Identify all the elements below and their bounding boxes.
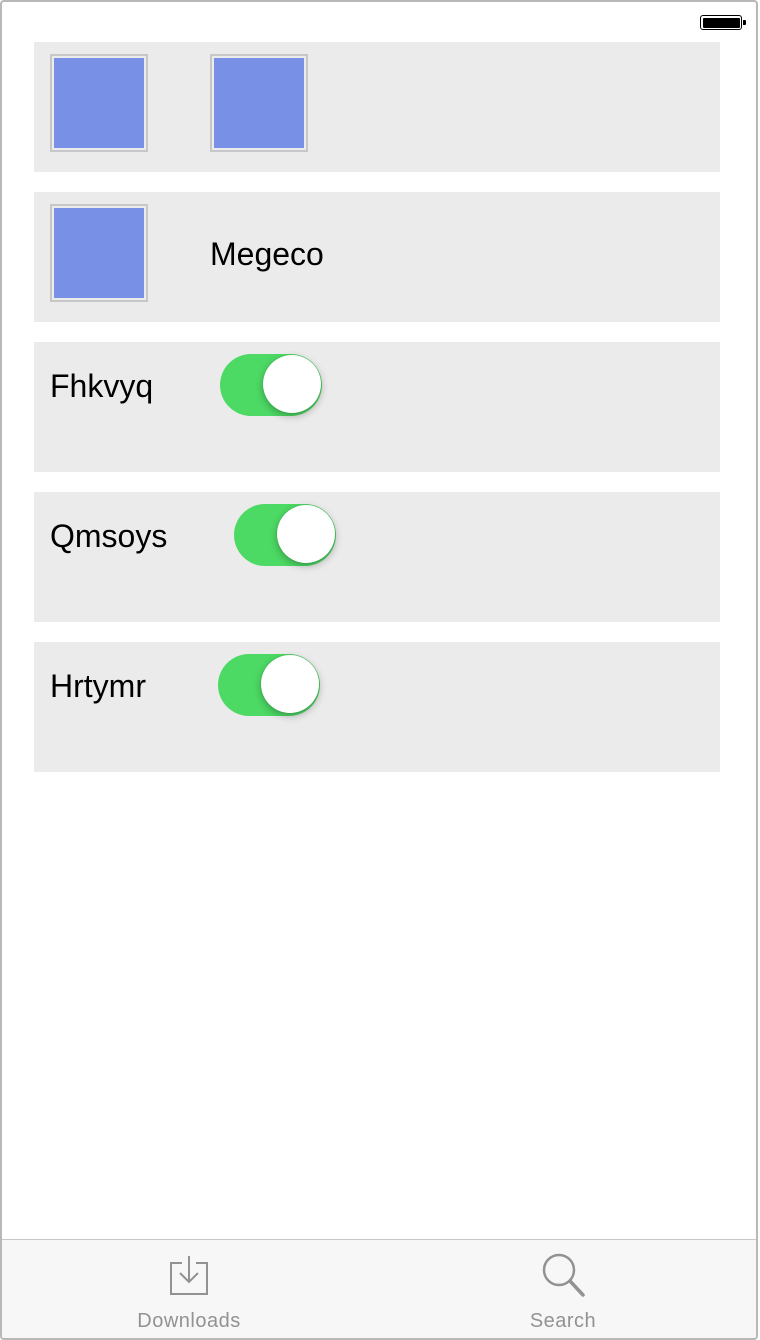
image-thumbnail[interactable] — [210, 54, 308, 152]
toggle-row: Fhkvyq — [34, 342, 720, 472]
tab-bar: Downloads Search — [2, 1239, 756, 1338]
toggle-knob — [263, 355, 321, 413]
toggle-switch[interactable] — [234, 504, 336, 566]
tab-downloads[interactable]: Downloads — [89, 1240, 289, 1338]
magnifier-icon — [542, 1253, 585, 1297]
tab-label: Search — [529, 1310, 597, 1332]
app-screen: Megeco Fhkvyq Qmsoys Hrtymr Downloads Se… — [0, 0, 758, 1340]
image-placeholder — [54, 58, 144, 148]
toggle-switch[interactable] — [220, 354, 322, 416]
row-label: Megeco — [210, 236, 324, 272]
toggle-label: Hrtymr — [50, 668, 146, 704]
tab-label: Downloads — [137, 1310, 241, 1332]
image-placeholder — [214, 58, 304, 148]
toggle-knob — [261, 655, 319, 713]
battery-icon — [700, 15, 746, 30]
toggle-label: Fhkvyq — [50, 368, 154, 404]
image-label-row: Megeco — [34, 192, 720, 322]
status-bar — [2, 2, 756, 42]
tab-search[interactable]: Search — [463, 1240, 663, 1338]
download-tray-icon — [170, 1256, 208, 1295]
image-row — [34, 42, 720, 172]
toggle-label: Qmsoys — [50, 518, 168, 554]
toggle-row: Hrtymr — [34, 642, 720, 772]
image-thumbnail[interactable] — [50, 54, 148, 152]
toggle-knob — [277, 505, 335, 563]
toggle-switch[interactable] — [218, 654, 320, 716]
toggle-row: Qmsoys — [34, 492, 720, 622]
image-thumbnail[interactable] — [50, 204, 148, 302]
image-placeholder — [54, 208, 144, 298]
